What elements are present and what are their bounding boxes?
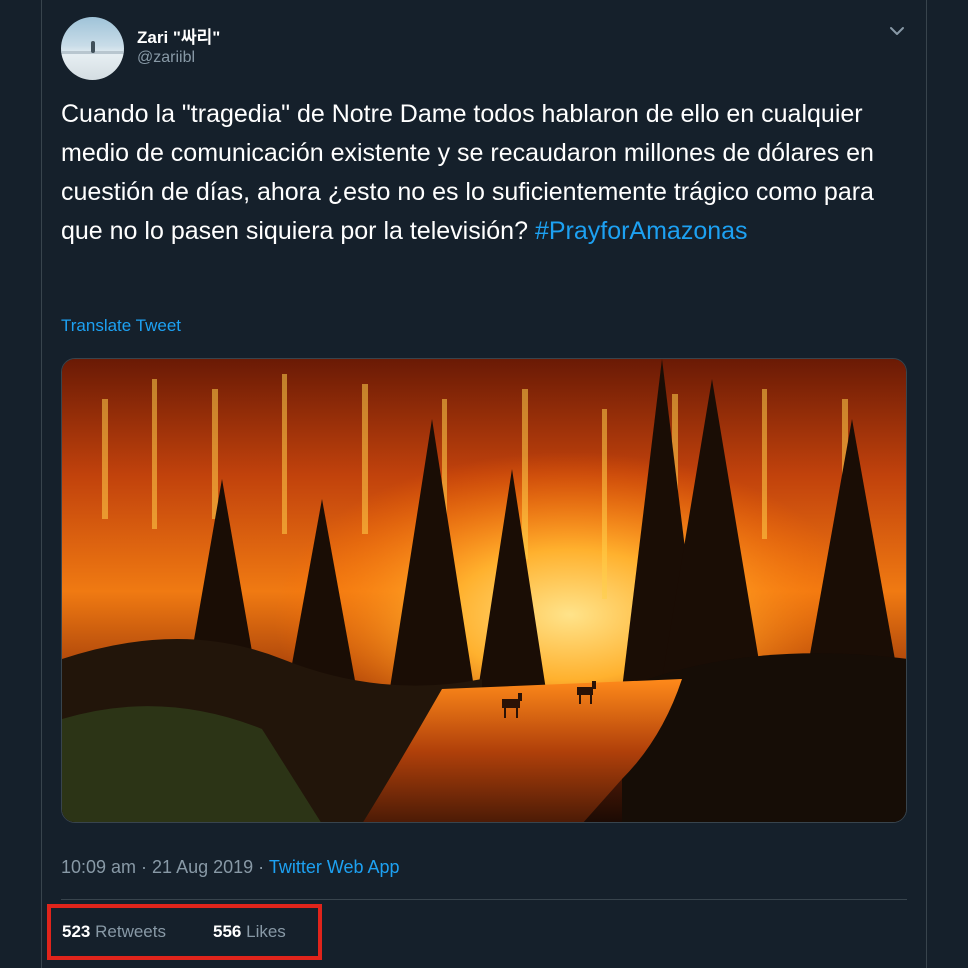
retweets-stat[interactable]: 523 Retweets	[62, 922, 166, 942]
hashtag-link[interactable]: #PrayforAmazonas	[535, 217, 748, 245]
forest-fire-photo	[62, 359, 906, 822]
likes-count: 556	[213, 922, 242, 941]
tweet-image[interactable]	[61, 358, 907, 823]
display-name[interactable]: Zari "싸리"	[137, 23, 220, 48]
divider	[61, 899, 907, 900]
tweet-body: Cuando la "tragedia" de Notre Dame todos…	[61, 100, 874, 245]
tweet-text: Cuando la "tragedia" de Notre Dame todos…	[61, 95, 911, 251]
user-handle[interactable]: @zariibl	[137, 49, 195, 67]
likes-stat[interactable]: 556 Likes	[213, 922, 286, 942]
avatar[interactable]	[61, 17, 124, 80]
tweet-timestamp[interactable]: 10:09 am · 21 Aug 2019 ·	[61, 857, 269, 877]
tweet-meta: 10:09 am · 21 Aug 2019 · Twitter Web App	[61, 857, 400, 878]
chevron-down-icon[interactable]	[888, 22, 906, 40]
retweets-count: 523	[62, 922, 91, 941]
timeline-border-left	[41, 0, 42, 968]
source-app-link[interactable]: Twitter Web App	[269, 857, 400, 877]
timeline-border-right	[926, 0, 927, 968]
likes-label: Likes	[246, 922, 286, 941]
translate-tweet-link[interactable]: Translate Tweet	[61, 316, 181, 336]
retweets-label: Retweets	[95, 922, 166, 941]
